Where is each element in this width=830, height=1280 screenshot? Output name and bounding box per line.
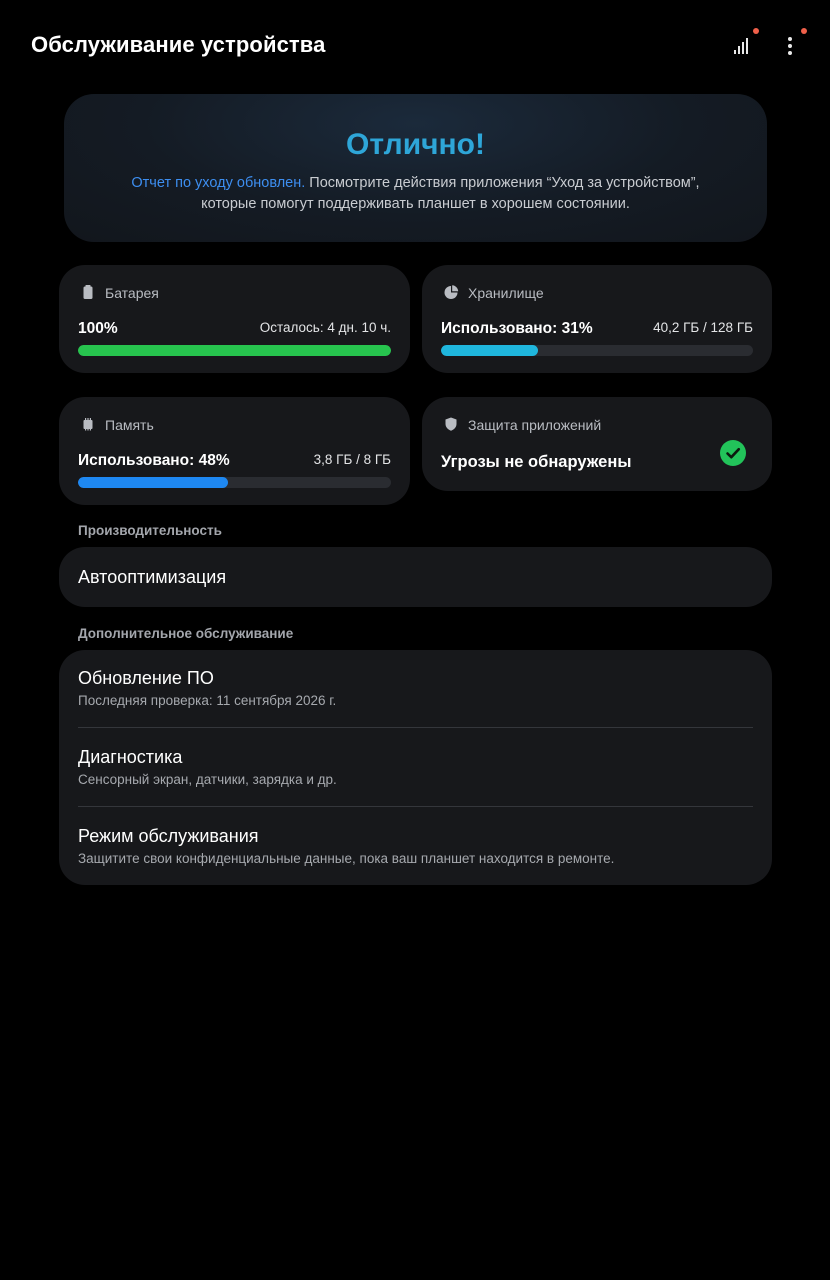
app-bar: Обслуживание устройства: [0, 0, 830, 92]
extra-maintenance-section-header: Дополнительное обслуживание: [78, 626, 294, 641]
storage-progress-fill: [441, 345, 538, 356]
storage-used: Использовано: 31%: [441, 320, 593, 337]
extra-maintenance-card: Обновление ПО Последняя проверка: 11 сен…: [59, 650, 772, 885]
battery-icon: [83, 285, 93, 299]
more-vert-icon: [788, 37, 792, 55]
diagnostics-item[interactable]: Диагностика Сенсорный экран, датчики, за…: [59, 728, 772, 807]
list-item-subtitle: Сенсорный экран, датчики, зарядка и др.: [78, 772, 337, 787]
status-title: Отлично!: [346, 128, 485, 161]
auto-optimization-title: Автооптимизация: [78, 567, 227, 587]
list-item-subtitle: Защитите свои конфиденциальные данные, п…: [78, 851, 615, 866]
memory-used: Использовано: 48%: [78, 452, 230, 469]
status-text-line1: Посмотрите действия приложения “Уход за …: [305, 175, 700, 191]
battery-progress-fill: [78, 345, 391, 356]
auto-optimization-item[interactable]: Автооптимизация: [59, 547, 772, 607]
storage-label: Хранилище: [468, 285, 544, 301]
app-protection-label: Защита приложений: [468, 417, 602, 433]
performance-card: Автооптимизация: [59, 547, 772, 607]
maintenance-mode-item[interactable]: Режим обслуживания Защитите свои конфиде…: [59, 807, 772, 885]
memory-chip-icon: [83, 418, 93, 431]
protection-status: Угрозы не обнаружены: [441, 453, 632, 471]
page-title: Обслуживание устройства: [31, 32, 326, 57]
storage-card[interactable]: Хранилище Использовано: 31% 40,2 ГБ / 12…: [422, 265, 772, 373]
battery-progress-bar: [78, 345, 391, 356]
memory-progress-bar: [78, 477, 391, 488]
status-text-line2: которые помогут поддерживать планшет в х…: [201, 196, 630, 212]
stats-button[interactable]: [727, 28, 759, 62]
device-care-screen: Обслуживание устройства Отлично! Отчет п…: [0, 0, 830, 1280]
pie-chart-icon: [444, 285, 459, 299]
battery-remaining: Осталось: 4 дн. 10 ч.: [259, 320, 391, 335]
battery-card[interactable]: Батарея 100% Осталось: 4 дн. 10 ч.: [59, 265, 410, 373]
list-item-title: Режим обслуживания: [78, 826, 259, 846]
care-report-link[interactable]: Отчет по уходу обновлен.: [131, 175, 305, 191]
stats-icon: [734, 38, 748, 54]
memory-card[interactable]: Память Использовано: 48% 3,8 ГБ / 8 ГБ: [59, 397, 410, 505]
app-protection-card[interactable]: Защита приложений Угрозы не обнаружены: [422, 397, 772, 491]
storage-progress-bar: [441, 345, 753, 356]
list-item-subtitle: Последняя проверка: 11 сентября 2026 г.: [78, 693, 337, 708]
performance-section-header: Производительность: [78, 523, 222, 538]
battery-level: 100%: [78, 320, 118, 337]
status-summary-card: Отлично! Отчет по уходу обновлен. Посмот…: [64, 94, 767, 242]
status-description: Отчет по уходу обновлен. Посмотрите дейс…: [94, 173, 737, 215]
battery-label: Батарея: [105, 285, 159, 301]
more-options-button[interactable]: [774, 28, 807, 62]
memory-label: Память: [105, 417, 154, 433]
notification-badge: [753, 28, 759, 34]
memory-progress-fill: [78, 477, 229, 488]
list-item-title: Диагностика: [78, 747, 183, 767]
shield-icon: [445, 417, 457, 431]
memory-amount: 3,8 ГБ / 8 ГБ: [313, 452, 391, 467]
software-update-item[interactable]: Обновление ПО Последняя проверка: 11 сен…: [59, 650, 772, 728]
list-item-title: Обновление ПО: [78, 668, 214, 688]
check-circle-icon: [720, 440, 746, 466]
notification-badge: [801, 28, 807, 34]
storage-amount: 40,2 ГБ / 128 ГБ: [653, 320, 753, 335]
